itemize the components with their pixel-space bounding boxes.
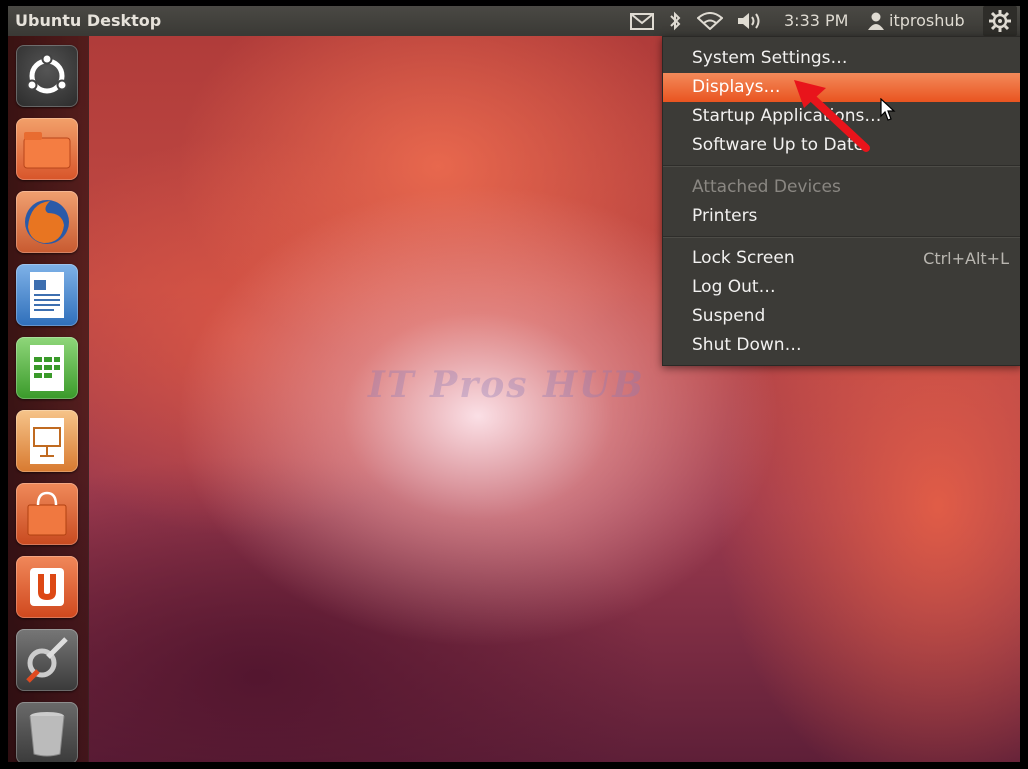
desktop-screen: IT Pros HUB Ubuntu Desktop 3:33 PM itpro… bbox=[8, 6, 1020, 762]
menu-item-label: Lock Screen bbox=[692, 248, 795, 268]
trash-icon bbox=[16, 702, 78, 762]
menu-item-shortcut: Ctrl+Alt+L bbox=[923, 249, 1009, 268]
annotation-arrow-icon bbox=[788, 78, 878, 162]
launcher-item-libreoffice-calc[interactable] bbox=[16, 337, 78, 399]
launcher-item-home-folder[interactable] bbox=[16, 118, 78, 180]
launcher bbox=[8, 36, 89, 762]
mail-icon[interactable] bbox=[630, 13, 654, 30]
menu-item-attached-devices: Attached Devices bbox=[663, 173, 1020, 202]
launcher-item-dash-home[interactable] bbox=[16, 45, 78, 107]
menu-item-suspend[interactable]: Suspend bbox=[663, 302, 1020, 331]
menu-item-label: Displays… bbox=[692, 77, 781, 97]
user-name[interactable]: itproshub bbox=[889, 11, 965, 30]
wifi-icon[interactable] bbox=[697, 12, 723, 30]
launcher-item-libreoffice-impress[interactable] bbox=[16, 410, 78, 472]
writer-icon bbox=[16, 264, 78, 326]
calc-icon bbox=[16, 337, 78, 399]
menu-item-label: System Settings… bbox=[692, 48, 848, 68]
menu-item-shut-down[interactable]: Shut Down… bbox=[663, 331, 1020, 360]
launcher-item-trash[interactable] bbox=[16, 702, 78, 762]
menu-item-label: Shut Down… bbox=[692, 335, 802, 355]
launcher-item-ubuntu-one[interactable] bbox=[16, 556, 78, 618]
folder-icon bbox=[16, 118, 78, 180]
shopping-bag-icon bbox=[16, 483, 78, 545]
menu-item-label: Printers bbox=[692, 206, 758, 226]
ubuntu-one-icon bbox=[16, 556, 78, 618]
watermark-text: IT Pros HUB bbox=[368, 364, 645, 406]
menu-item-lock-screen[interactable]: Lock Screen Ctrl+Alt+L bbox=[663, 244, 1020, 273]
window-title: Ubuntu Desktop bbox=[15, 11, 162, 30]
menu-item-label: Log Out… bbox=[692, 277, 776, 297]
clock[interactable]: 3:33 PM bbox=[784, 11, 848, 30]
menu-item-printers[interactable]: Printers bbox=[663, 202, 1020, 231]
volume-icon[interactable] bbox=[737, 12, 765, 30]
user-icon[interactable] bbox=[868, 12, 884, 30]
menu-item-label: Suspend bbox=[692, 306, 766, 326]
menu-item-label: Attached Devices bbox=[692, 177, 841, 197]
gear-icon[interactable] bbox=[983, 6, 1017, 36]
mouse-pointer-icon bbox=[880, 97, 896, 126]
menu-item-system-settings[interactable]: System Settings… bbox=[663, 44, 1020, 73]
bluetooth-icon[interactable] bbox=[668, 11, 682, 31]
menu-separator bbox=[663, 236, 1020, 238]
launcher-item-system-settings[interactable] bbox=[16, 629, 78, 691]
settings-icon bbox=[16, 629, 78, 691]
launcher-item-software-center[interactable] bbox=[16, 483, 78, 545]
impress-icon bbox=[16, 410, 78, 472]
launcher-item-libreoffice-writer[interactable] bbox=[16, 264, 78, 326]
ubuntu-logo-icon bbox=[16, 45, 78, 107]
launcher-item-firefox[interactable] bbox=[16, 191, 78, 253]
menu-item-log-out[interactable]: Log Out… bbox=[663, 273, 1020, 302]
firefox-icon bbox=[16, 191, 78, 253]
top-panel: Ubuntu Desktop 3:33 PM itproshub bbox=[8, 6, 1020, 36]
menu-separator bbox=[663, 165, 1020, 167]
